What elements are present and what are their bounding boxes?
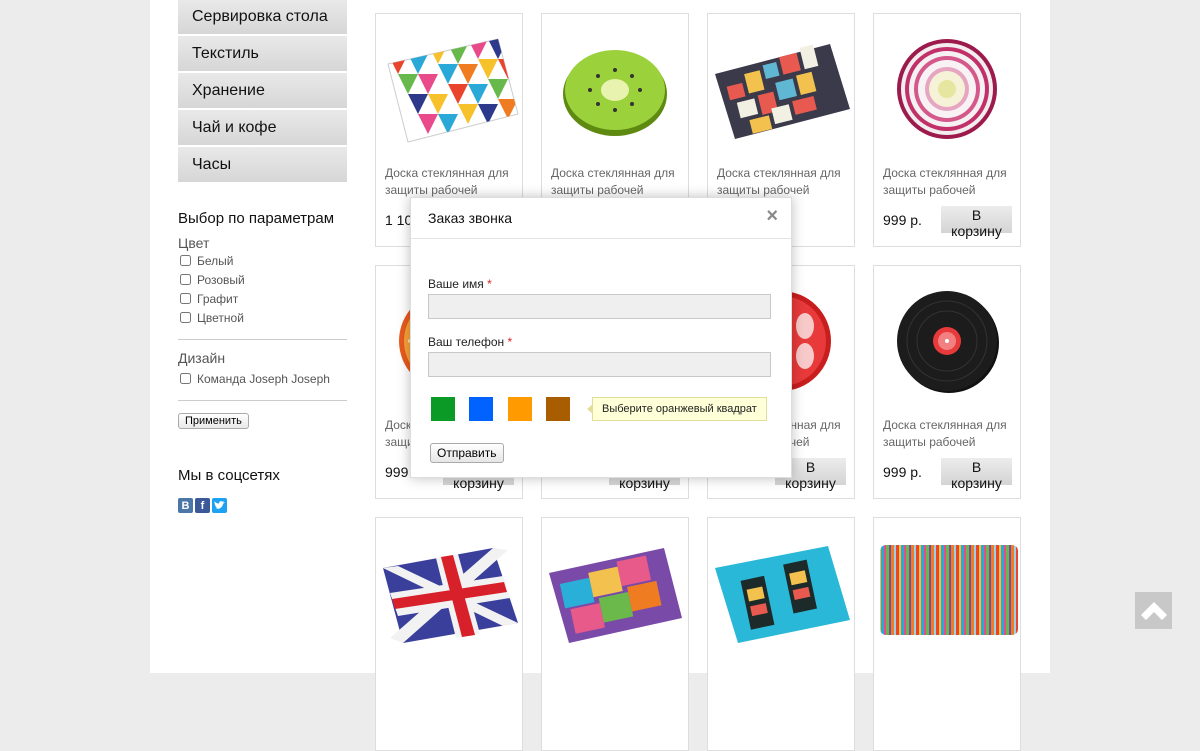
category-item-storage[interactable]: Хранение (178, 73, 347, 108)
product-image (549, 548, 682, 643)
captcha-hint: Выберите оранжевый квадрат (587, 397, 767, 421)
product-title[interactable]: Доска стеклянная для защиты рабочей (883, 165, 1015, 199)
divider (178, 400, 347, 401)
product-image (715, 44, 850, 139)
product-title[interactable]: Доска стеклянная для защиты рабочей (717, 165, 849, 199)
filter-option-white[interactable]: Белый (178, 251, 347, 270)
product-card[interactable] (375, 517, 523, 751)
product-price: 999 (385, 464, 409, 480)
captcha-orange-square[interactable] (508, 397, 532, 421)
add-to-cart-button[interactable]: В корзину (941, 206, 1012, 239)
filter-checkbox[interactable] (180, 274, 191, 285)
product-image (383, 548, 518, 643)
filter-checkbox[interactable] (180, 312, 191, 323)
category-item-textile[interactable]: Текстиль (178, 36, 347, 71)
product-card[interactable] (707, 517, 855, 751)
product-image (715, 546, 850, 643)
phone-field[interactable] (428, 352, 771, 377)
filter-option-graphite[interactable]: Графит (178, 289, 347, 308)
filter-option-pink[interactable]: Розовый (178, 270, 347, 289)
captcha-brown-square[interactable] (546, 397, 570, 421)
filter-option-colored[interactable]: Цветной (178, 308, 347, 327)
product-card[interactable] (873, 517, 1021, 751)
twitter-icon[interactable] (212, 498, 227, 513)
required-mark: * (507, 335, 513, 349)
product-price: 999 р. (883, 212, 922, 228)
phone-label: Ваш телефон * (428, 335, 513, 349)
modal-header: Заказ звонка × (411, 198, 791, 239)
scroll-to-top-button[interactable] (1135, 592, 1172, 629)
category-item-clocks[interactable]: Часы (178, 147, 347, 182)
required-mark: * (487, 277, 492, 291)
product-title[interactable]: Доска стеклянная для защиты рабочей (385, 165, 517, 199)
add-to-cart-button[interactable]: В корзину (941, 458, 1012, 491)
apply-filters-button[interactable]: Применить (178, 413, 249, 429)
vk-icon[interactable]: В (178, 498, 193, 513)
social-links: В f (178, 498, 347, 513)
divider (178, 339, 347, 340)
category-menu: Сервировка стола Текстиль Хранение Чай и… (178, 0, 347, 182)
product-price: 999 р. (883, 464, 922, 480)
category-item-tableware[interactable]: Сервировка стола (178, 0, 347, 34)
filter-option-joseph[interactable]: Команда Joseph Joseph (178, 369, 347, 388)
product-image (880, 545, 1018, 635)
close-icon[interactable]: × (766, 205, 778, 228)
product-card[interactable]: Доска стеклянная для защиты рабочей 999 … (873, 13, 1021, 247)
product-title[interactable]: Доска стеклянная для защиты рабочей (883, 417, 1015, 451)
filters-title: Выбор по параметрам (178, 210, 335, 227)
product-image (563, 50, 667, 136)
submit-button[interactable]: Отправить (430, 443, 504, 463)
product-title[interactable]: Доска стеклянная для защиты рабочей (551, 165, 683, 199)
color-filter-title: Цвет (178, 235, 210, 251)
callback-modal: Заказ звонка × Ваше имя * Ваш телефон * … (410, 197, 792, 478)
name-field[interactable] (428, 294, 771, 319)
captcha-green-square[interactable] (431, 397, 455, 421)
design-filter-title: Дизайн (178, 350, 226, 366)
product-image (897, 39, 997, 139)
product-image (897, 291, 999, 393)
arrow-up-icon (1140, 601, 1167, 620)
modal-title: Заказ звонка (428, 210, 513, 226)
product-card[interactable]: Доска стеклянная для защиты рабочей 999 … (873, 265, 1021, 499)
category-item-tea-coffee[interactable]: Чай и кофе (178, 110, 347, 145)
social-title: Мы в соцсетях (178, 467, 280, 484)
product-price: 1 10 (385, 212, 413, 228)
captcha-blue-square[interactable] (469, 397, 493, 421)
name-label: Ваше имя * (428, 277, 492, 291)
filter-checkbox[interactable] (180, 373, 191, 384)
product-image (387, 38, 519, 143)
filter-checkbox[interactable] (180, 293, 191, 304)
filter-checkbox[interactable] (180, 255, 191, 266)
facebook-icon[interactable]: f (195, 498, 210, 513)
sidebar: Сервировка стола Текстиль Хранение Чай и… (178, 0, 347, 513)
product-card[interactable] (541, 517, 689, 751)
